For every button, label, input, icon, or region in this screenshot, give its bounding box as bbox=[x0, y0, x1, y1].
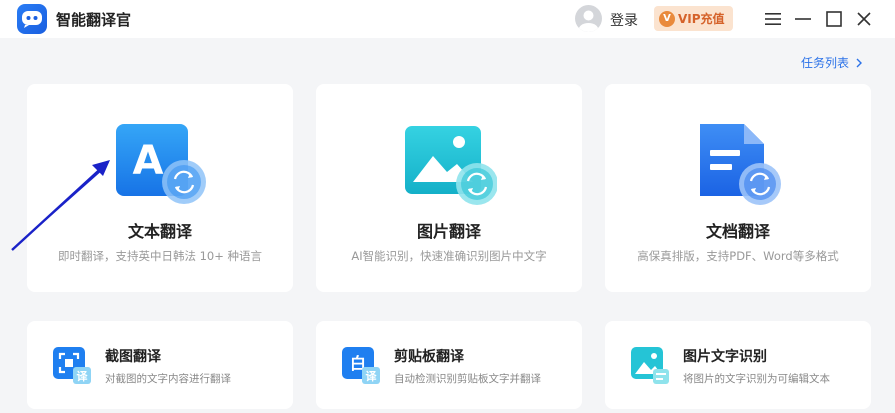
title-bar: 智能翻译官 登录 V VIP充值 bbox=[0, 0, 895, 38]
chevron-right-icon bbox=[856, 58, 863, 67]
app-logo-icon bbox=[17, 4, 47, 34]
document-translate-card[interactable]: 文档翻译 高保真排版，支持PDF、Word等多格式 bbox=[605, 84, 871, 292]
text-translate-card[interactable]: A 文本翻译 即时翻译，支持英中日韩法 10+ 种语言 bbox=[27, 84, 293, 292]
clipboard-translate-title: 剪贴板翻译 bbox=[394, 349, 464, 365]
clipboard-translate-desc: 自动检测识别剪贴板文字并翻译 bbox=[394, 373, 541, 385]
login-link[interactable]: 登录 bbox=[610, 10, 638, 30]
screenshot-translate-icon: 译 bbox=[53, 347, 93, 385]
screenshot-translate-badge: 译 bbox=[77, 370, 89, 383]
document-translate-icon bbox=[694, 124, 786, 206]
clipboard-translate-icon: 白 译 bbox=[342, 347, 382, 385]
screenshot-translate-card[interactable]: 译 截图翻译 对截图的文字内容进行翻译 bbox=[27, 321, 293, 409]
image-translate-icon bbox=[405, 124, 498, 206]
image-ocr-title: 图片文字识别 bbox=[683, 349, 767, 365]
text-translate-desc: 即时翻译，支持英中日韩法 10+ 种语言 bbox=[57, 249, 263, 263]
image-translate-title: 图片翻译 bbox=[416, 222, 481, 241]
clipboard-translate-badge: 译 bbox=[366, 370, 378, 383]
text-translate-title: 文本翻译 bbox=[127, 222, 192, 241]
image-translate-desc: AI智能识别，快速准确识别图片中文字 bbox=[351, 249, 547, 263]
task-list-link[interactable]: 任务列表 bbox=[801, 54, 865, 71]
image-ocr-card[interactable]: 图片文字识别 将图片的文字识别为可编辑文本 bbox=[605, 321, 871, 409]
image-ocr-desc: 将图片的文字识别为可编辑文本 bbox=[683, 373, 830, 385]
screenshot-translate-desc: 对截图的文字内容进行翻译 bbox=[105, 373, 231, 385]
image-translate-card[interactable]: 图片翻译 AI智能识别，快速准确识别图片中文字 bbox=[316, 84, 582, 292]
minimize-icon[interactable] bbox=[792, 8, 814, 30]
maximize-icon[interactable] bbox=[823, 8, 845, 30]
vip-crown-icon: V bbox=[659, 10, 675, 27]
clipboard-translate-card[interactable]: 白 译 剪贴板翻译 自动检测识别剪贴板文字并翻译 bbox=[316, 321, 582, 409]
vip-recharge-button[interactable]: V VIP充值 bbox=[654, 6, 733, 31]
text-translate-glyph: A bbox=[133, 138, 164, 184]
menu-icon[interactable] bbox=[762, 8, 784, 30]
text-translate-icon: A bbox=[116, 124, 208, 206]
document-translate-desc: 高保真排版，支持PDF、Word等多格式 bbox=[637, 249, 839, 263]
close-icon[interactable] bbox=[853, 8, 875, 30]
document-translate-title: 文档翻译 bbox=[705, 222, 770, 241]
vip-recharge-label: VIP充值 bbox=[678, 12, 725, 26]
app-title: 智能翻译官 bbox=[56, 11, 132, 29]
image-ocr-icon bbox=[631, 347, 671, 385]
user-avatar-icon[interactable] bbox=[575, 5, 602, 32]
task-list-label: 任务列表 bbox=[801, 56, 850, 70]
screenshot-translate-title: 截图翻译 bbox=[105, 349, 161, 365]
